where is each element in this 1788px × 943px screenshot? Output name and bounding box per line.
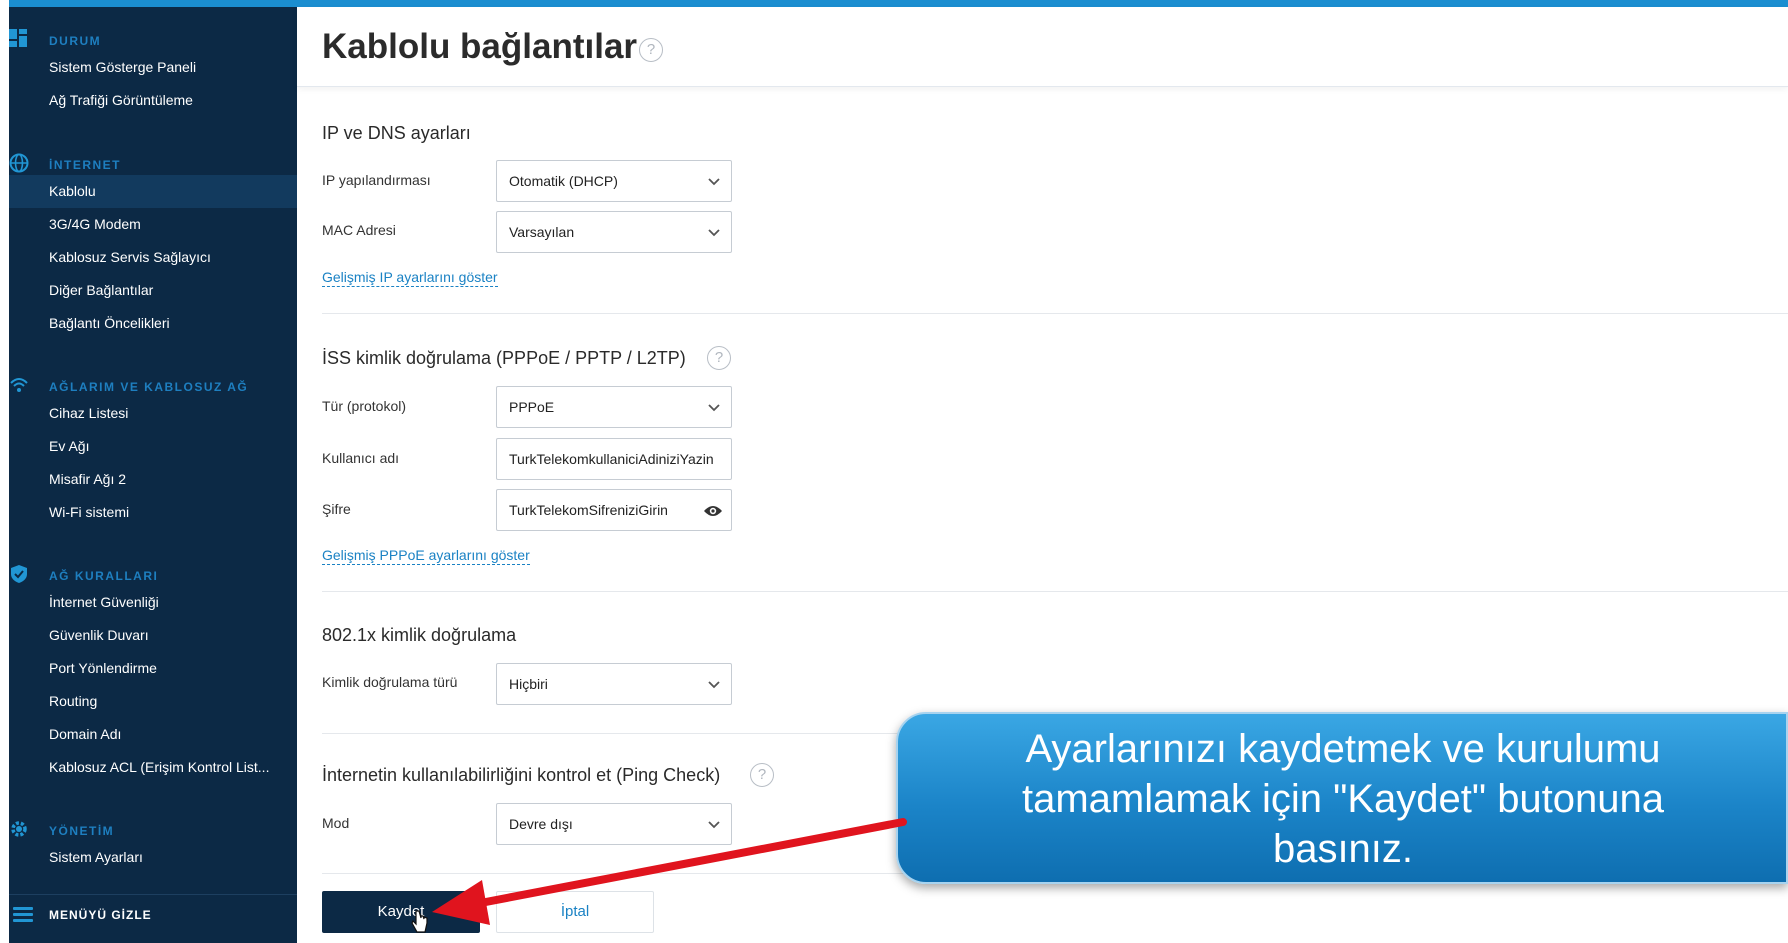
sidebar-item-home-network[interactable]: Ev Ağı: [9, 430, 297, 463]
advanced-pppoe-settings-link[interactable]: Gelişmiş PPPoE ayarlarını göster: [322, 547, 530, 565]
callout-text: Ayarlarınızı kaydetmek ve kurulumu tamam…: [918, 724, 1768, 874]
mac-address-value: Varsayılan: [509, 224, 575, 240]
username-value: TurkTelekomkullaniciAdiniziYazin: [509, 451, 714, 467]
section-title: İNTERNET: [49, 158, 121, 172]
eye-icon[interactable]: [703, 503, 723, 519]
help-icon[interactable]: ?: [750, 763, 774, 787]
mac-address-select[interactable]: Varsayılan: [496, 211, 732, 253]
ip-config-value: Otomatik (DHCP): [509, 173, 618, 189]
auth-type-value: Hiçbiri: [509, 676, 548, 692]
mode-label: Mod: [322, 815, 350, 831]
password-input[interactable]: TurkTelekomSifreniziGirin: [496, 489, 732, 531]
isp-auth-section-title: İSS kimlik doğrulama (PPPoE / PPTP / L2T…: [322, 348, 686, 368]
globe-icon: [9, 153, 29, 173]
ping-check-section-title: İnternetin kullanılabilirliğini kontrol …: [322, 765, 721, 785]
sidebar-item-device-list[interactable]: Cihaz Listesi: [9, 397, 297, 430]
sidebar-section-rules: AĞ KURALLARI İnternet Güvenliği Güvenlik…: [9, 562, 297, 784]
protocol-type-label: Tür (protokol): [322, 398, 407, 414]
sidebar-item-wifi-system[interactable]: Wi-Fi sistemi: [9, 496, 297, 529]
top-accent-bar: [0, 0, 1788, 7]
tutorial-callout: Ayarlarınızı kaydetmek ve kurulumu tamam…: [896, 712, 1788, 884]
help-icon[interactable]: ?: [707, 346, 731, 370]
shield-icon: [9, 564, 29, 584]
auth-type-label: Kimlik doğrulama türü: [322, 674, 458, 690]
screen: DURUM Sistem Gösterge Paneli Ağ Trafiği …: [0, 0, 1788, 943]
protocol-type-select[interactable]: PPPoE: [496, 386, 732, 428]
sidebar-section-internet: İNTERNET Kablolu 3G/4G Modem Kablosuz Se…: [9, 151, 297, 340]
section-title: DURUM: [49, 34, 102, 48]
left-gutter: [0, 0, 9, 943]
sidebar-item-domain-name[interactable]: Domain Adı: [9, 718, 297, 751]
protocol-type-value: PPPoE: [509, 399, 555, 415]
username-input[interactable]: TurkTelekomkullaniciAdiniziYazin: [496, 438, 732, 480]
mac-address-label: MAC Adresi: [322, 222, 396, 238]
help-icon[interactable]: ?: [639, 38, 663, 62]
sidebar-item-internet-security[interactable]: İnternet Güvenliği: [9, 586, 297, 619]
chevron-down-icon: [708, 404, 720, 412]
chevron-down-icon: [708, 681, 720, 689]
callout-line: tamamlamak için "Kaydet" butonuna: [1021, 777, 1665, 821]
sidebar-section-status: DURUM Sistem Gösterge Paneli Ağ Trafiği …: [9, 27, 297, 117]
page-header: Kablolu bağlantılar ?: [297, 7, 1788, 87]
sidebar-item-wisp[interactable]: Kablosuz Servis Sağlayıcı: [9, 241, 297, 274]
section-title: YÖNETİM: [49, 824, 115, 838]
gear-icon: [9, 819, 29, 839]
auth-type-select[interactable]: Hiçbiri: [496, 663, 732, 705]
sidebar-section-networks: AĞLARIM VE KABLOSUZ AĞ Cihaz Listesi Ev …: [9, 373, 297, 529]
ip-config-select[interactable]: Otomatik (DHCP): [496, 160, 732, 202]
section-divider: [322, 591, 1788, 592]
sidebar-item-guest-network[interactable]: Misafir Ağı 2: [9, 463, 297, 496]
sidebar-item-dashboard[interactable]: Sistem Gösterge Paneli: [9, 51, 297, 84]
hamburger-icon: [13, 907, 33, 923]
sidebar-item-firewall[interactable]: Güvenlik Duvarı: [9, 619, 297, 652]
sidebar-item-wireless-acl[interactable]: Kablosuz ACL (Erişim Kontrol List...: [9, 751, 297, 784]
sidebar-item-traffic[interactable]: Ağ Trafiği Görüntüleme: [9, 84, 297, 117]
mouse-cursor-icon: [411, 910, 428, 933]
page-title: Kablolu bağlantılar: [322, 27, 638, 66]
wifi-icon: [9, 375, 29, 395]
username-label: Kullanıcı adı: [322, 450, 400, 466]
hide-menu-label: MENÜYÜ GİZLE: [49, 908, 152, 922]
dot1x-section-title: 802.1x kimlik doğrulama: [322, 625, 517, 645]
ip-config-label: IP yapılandırması: [322, 172, 431, 188]
dashboard-icon: [9, 29, 29, 49]
sidebar-section-management: YÖNETİM Sistem Ayarları: [9, 817, 297, 874]
sidebar-item-3g4g-modem[interactable]: 3G/4G Modem: [9, 208, 297, 241]
chevron-down-icon: [708, 178, 720, 186]
section-title: AĞLARIM VE KABLOSUZ AĞ: [49, 380, 249, 394]
password-label: Şifre: [322, 501, 351, 517]
sidebar-item-system-settings[interactable]: Sistem Ayarları: [9, 841, 297, 874]
chevron-down-icon: [708, 229, 720, 237]
callout-line: basınız.: [1272, 827, 1414, 871]
chevron-down-icon: [708, 821, 720, 829]
password-value: TurkTelekomSifreniziGirin: [509, 502, 668, 518]
sidebar: DURUM Sistem Gösterge Paneli Ağ Trafiği …: [9, 7, 297, 943]
mode-value: Devre dışı: [509, 816, 573, 832]
mode-select[interactable]: Devre dışı: [496, 803, 732, 845]
sidebar-item-connection-priorities[interactable]: Bağlantı Öncelikleri: [9, 307, 297, 340]
ip-dns-section-title: IP ve DNS ayarları: [322, 123, 471, 143]
advanced-ip-settings-link[interactable]: Gelişmiş IP ayarlarını göster: [322, 269, 498, 287]
section-divider: [322, 313, 1788, 314]
section-title: AĞ KURALLARI: [49, 569, 159, 583]
sidebar-item-routing[interactable]: Routing: [9, 685, 297, 718]
hide-menu-button[interactable]: MENÜYÜ GİZLE: [9, 894, 297, 934]
callout-line: Ayarlarınızı kaydetmek ve kurulumu: [1025, 727, 1661, 771]
save-button[interactable]: Kaydet: [322, 891, 480, 933]
sidebar-item-port-forwarding[interactable]: Port Yönlendirme: [9, 652, 297, 685]
sidebar-item-other-connections[interactable]: Diğer Bağlantılar: [9, 274, 297, 307]
sidebar-item-wired[interactable]: Kablolu: [9, 175, 297, 208]
cancel-button[interactable]: İptal: [496, 891, 654, 933]
